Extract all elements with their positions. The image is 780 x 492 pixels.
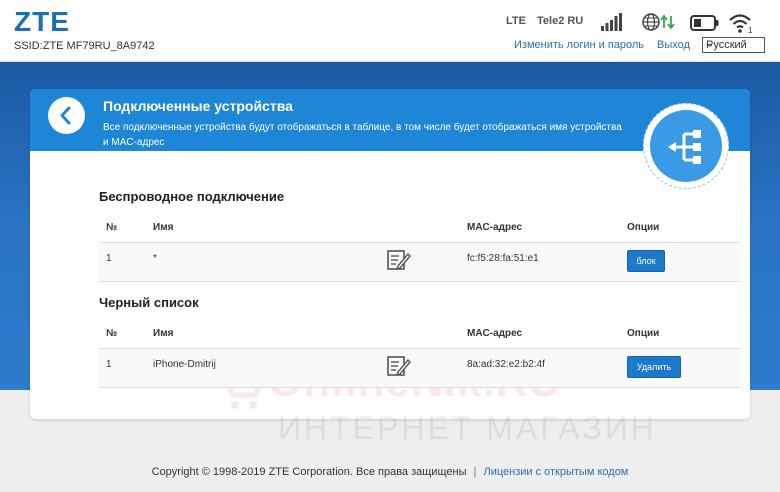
wireless-col-mac: MAC-адрес [467,222,523,233]
blacklist-section-title: Черный список [99,295,199,310]
logout-link[interactable]: Выход [657,39,690,51]
panel-header: Подключенные устройства Все подключенные… [30,89,750,151]
open-source-license-link[interactable]: Лицензии с открытым кодом [483,466,628,478]
devices-badge [643,103,729,189]
top-header: ZTE SSID:ZTE MF79RU_8A9742 LTE Tele2 RU … [0,0,780,62]
page-description: Все подключенные устройства будут отобра… [103,122,622,148]
edit-name-icon[interactable] [387,249,411,271]
network-type-label: LTE [506,15,526,27]
blacklist-col-num: № [106,328,118,339]
chevron-left-icon [60,106,71,125]
change-login-link[interactable]: Изменить логин и пароль [514,39,644,51]
divider [99,387,740,388]
watermark-tagline: ИНТЕРНЕТ МАГАЗИН [278,410,657,446]
operator-label: Tele2 RU [537,15,584,27]
block-button[interactable]: блок [627,250,665,272]
blacklist-row-num: 1 [106,359,112,370]
signal-icon [601,13,622,31]
connected-devices-panel: Подключенные устройства Все подключенные… [30,89,750,446]
wireless-section-title: Беспроводное подключение [99,189,285,204]
network-devices-icon [668,130,701,164]
blacklist-col-options: Опции [627,328,660,339]
wireless-row-mac: fc:f5:28:fa:51:e1 [467,253,539,264]
blacklist-col-name: Имя [153,328,174,339]
wireless-col-num: № [106,222,118,233]
svg-text:1: 1 [748,26,753,34]
wireless-col-name: Имя [153,222,174,233]
delete-button[interactable]: Удалить [627,356,681,378]
ssid-label: SSID:ZTE MF79RU_8A9742 [14,40,155,52]
wireless-col-options: Опции [627,222,660,233]
wireless-row-num: 1 [106,253,112,264]
battery-icon [690,15,719,31]
blacklist-row-mac: 8a:ad:32:e2:b2:4f [467,359,545,370]
zte-logo: ZTE [14,6,70,37]
copyright-text: Copyright © 1998-2019 ZTE Corporation. В… [151,466,467,478]
globe-icon [642,13,675,31]
edit-name-icon[interactable] [387,355,411,377]
footer: Copyright © 1998-2019 ZTE Corporation. В… [0,466,780,478]
footer-separator: | [473,466,477,478]
back-button[interactable] [48,97,85,134]
chevron-down-icon: ⌄ [706,39,715,50]
page-title: Подключенные устройства [103,98,293,114]
language-select[interactable]: Русский ⌄ [702,37,765,53]
wireless-row-name: * [153,253,157,264]
divider [99,281,740,282]
blacklist-row-name: iPhone-Dmitrij [153,359,216,370]
blacklist-col-mac: MAC-адрес [467,328,523,339]
wifi-icon: 1 [729,14,753,34]
